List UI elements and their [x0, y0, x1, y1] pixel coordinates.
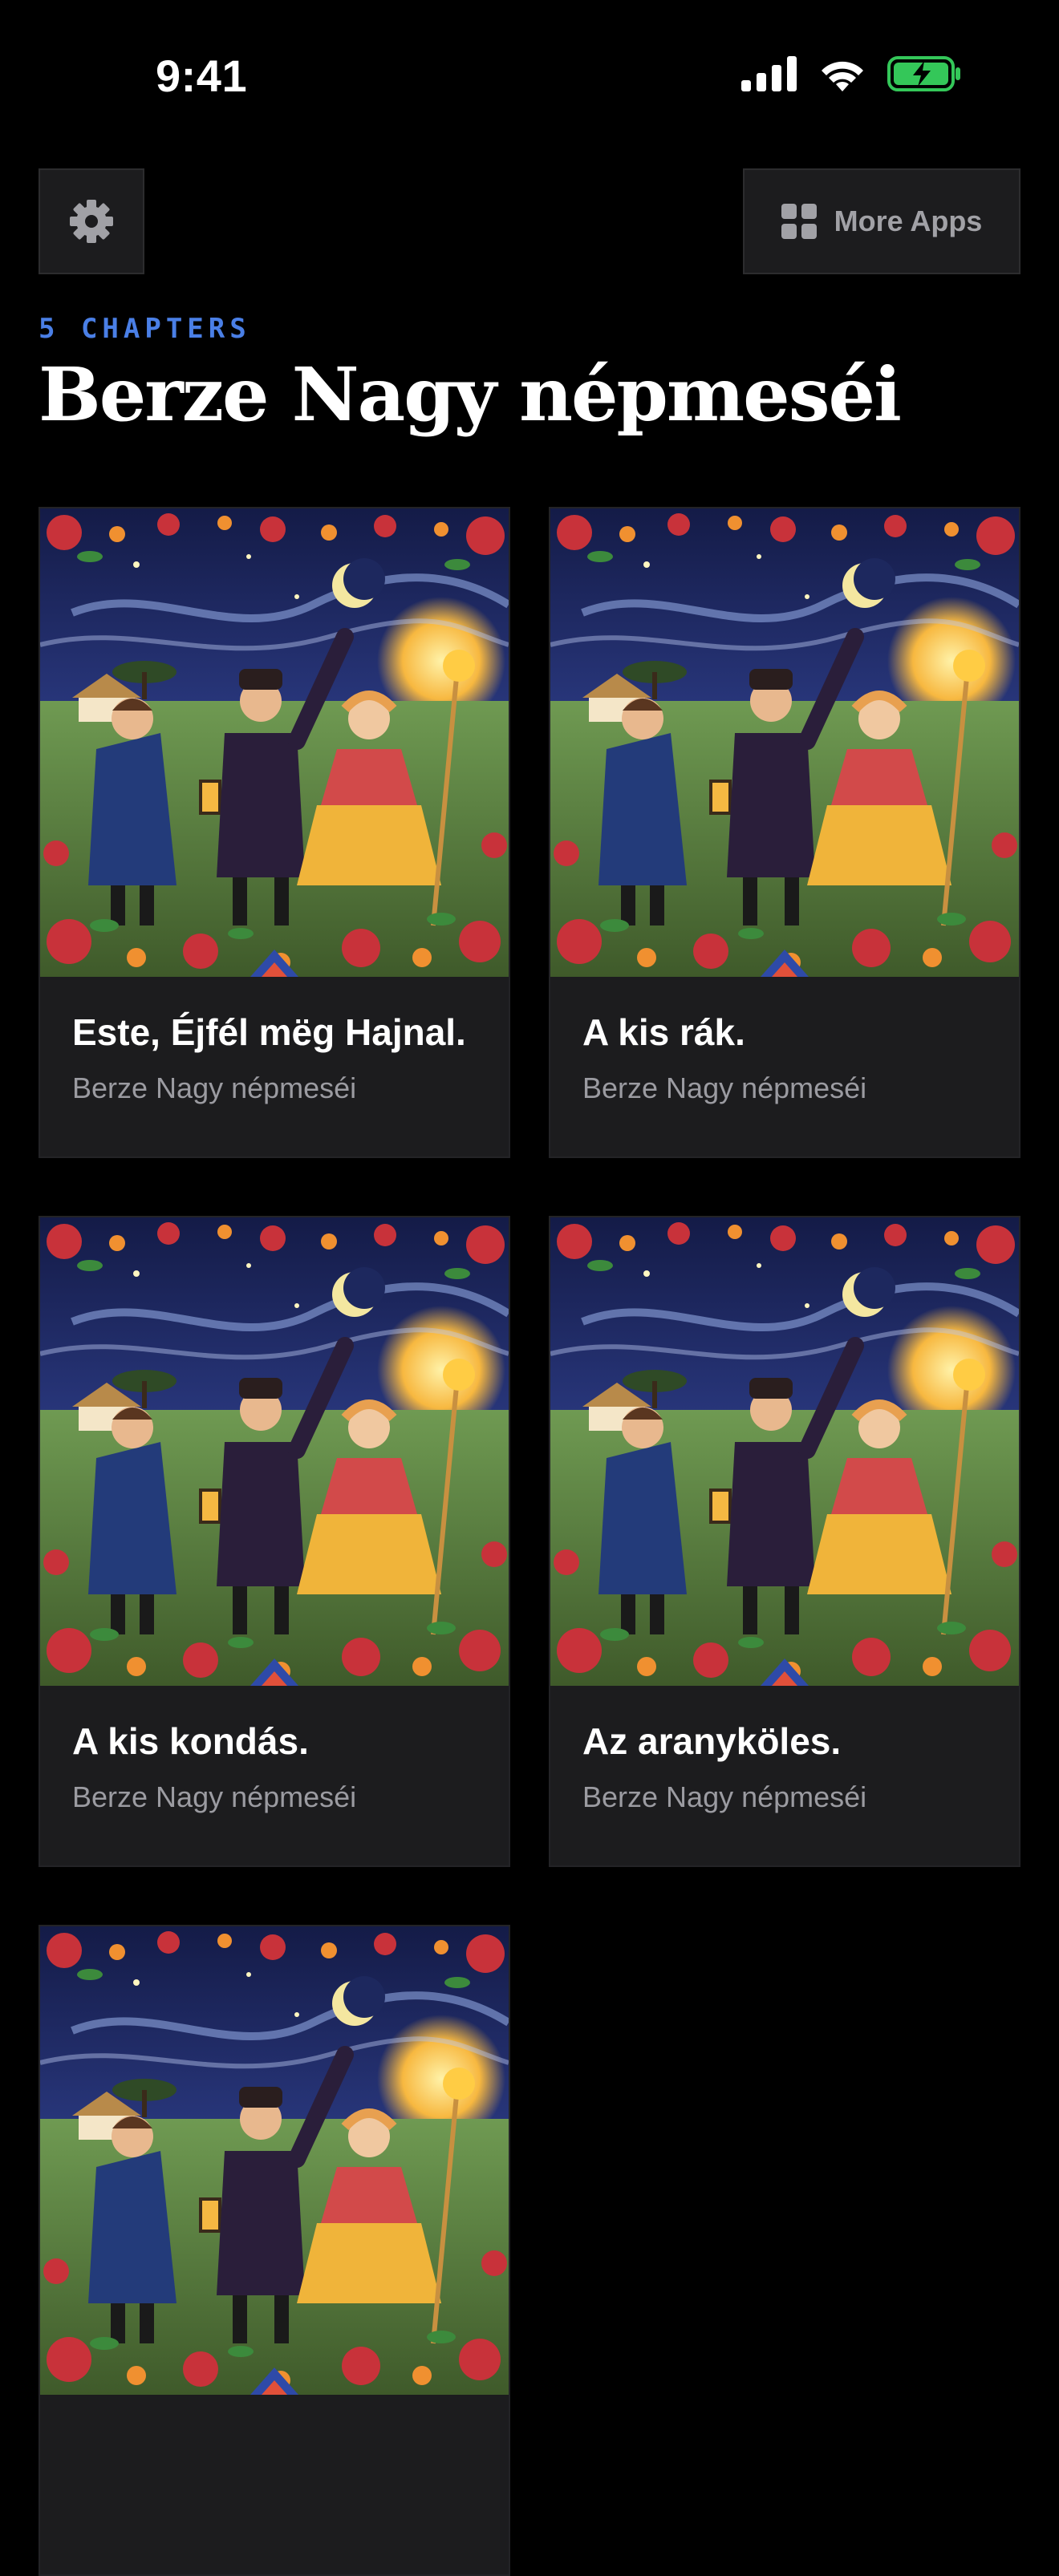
- chapter-cover-image: [40, 1926, 509, 2395]
- chapter-card[interactable]: [39, 1925, 510, 2576]
- chapters-count: 5 CHAPTERS: [39, 313, 251, 345]
- chapter-cover-image: [40, 508, 509, 977]
- page-title: Berze Nagy népmeséi: [39, 351, 902, 438]
- settings-button[interactable]: [39, 168, 144, 274]
- chapter-cover-image: [40, 1217, 509, 1686]
- chapter-subtitle: Berze Nagy népmeséi: [582, 1780, 867, 1813]
- chapter-cover-image: [550, 1217, 1019, 1686]
- status-time: 9:41: [156, 51, 248, 101]
- chapter-subtitle: Berze Nagy népmeséi: [72, 1071, 357, 1104]
- battery-charging-icon: [887, 56, 960, 91]
- wifi-icon: [822, 61, 863, 91]
- chapter-title: Este, Éjfél mëg Hajnal.: [72, 1011, 466, 1053]
- chapter-subtitle: Berze Nagy népmeséi: [582, 1071, 867, 1104]
- gear-icon: [70, 200, 113, 243]
- more-apps-label: More Apps: [834, 205, 983, 237]
- more-apps-button[interactable]: More Apps: [743, 168, 1020, 274]
- chapter-title: Az aranyköles.: [582, 1720, 842, 1762]
- chapter-subtitle: Berze Nagy népmeséi: [72, 1780, 357, 1813]
- chapter-title: A kis rák.: [582, 1011, 745, 1053]
- chapter-card[interactable]: A kis rák. Berze Nagy népmeséi: [549, 507, 1020, 1158]
- cellular-signal-icon: [741, 56, 797, 91]
- status-bar: 9:41: [0, 0, 1059, 152]
- chapter-cover-image: [550, 508, 1019, 977]
- status-icons: [741, 56, 961, 91]
- chapter-card[interactable]: Az aranyköles. Berze Nagy népmeséi: [549, 1216, 1020, 1867]
- chapter-card[interactable]: A kis kondás. Berze Nagy népmeséi: [39, 1216, 510, 1867]
- grid-icon: [781, 204, 817, 239]
- chapter-card[interactable]: Este, Éjfél mëg Hajnal. Berze Nagy népme…: [39, 507, 510, 1158]
- chapter-title: A kis kondás.: [72, 1720, 309, 1762]
